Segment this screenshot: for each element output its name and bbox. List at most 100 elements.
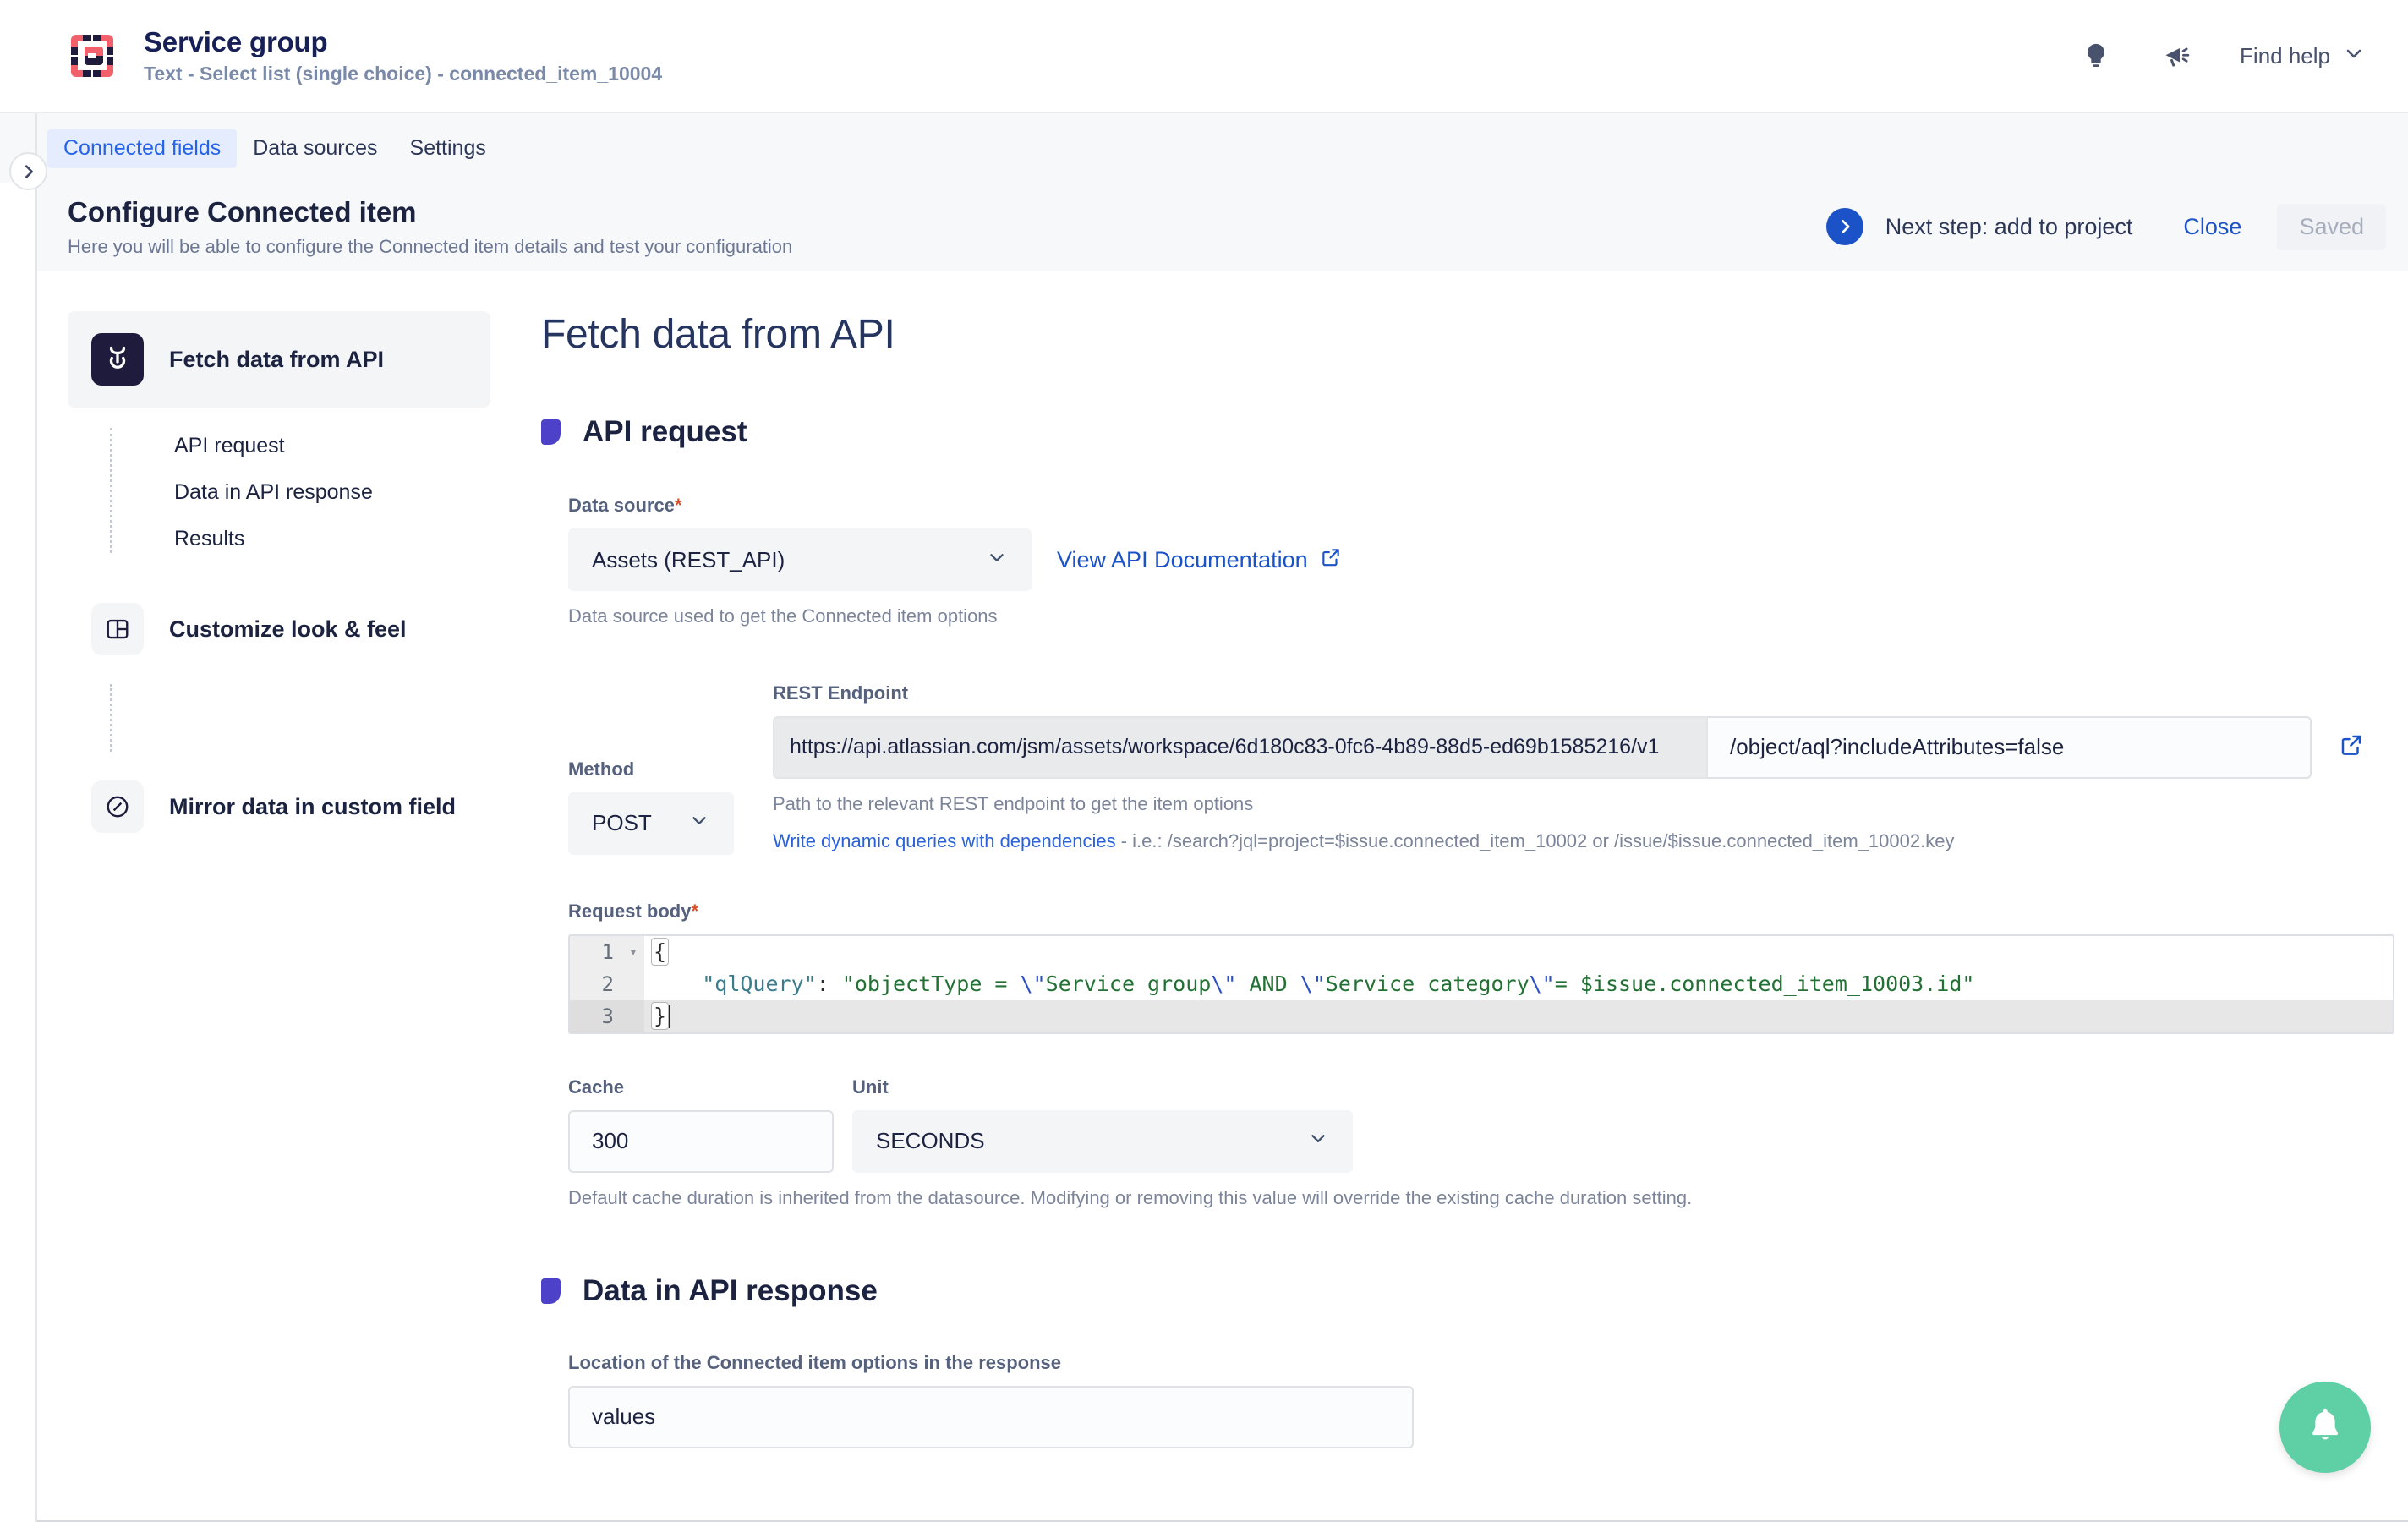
data-source-select[interactable]: Assets (REST_API) [568,528,1032,591]
sidebar-expand-toggle[interactable] [9,152,47,190]
method-select[interactable]: POST [568,792,734,855]
bell-icon [2304,1404,2346,1451]
sidebar-subitem-results[interactable]: Results [115,516,490,562]
sidebar-item-mirror-data[interactable]: Mirror data in custom field [68,758,490,855]
view-api-documentation-link[interactable]: View API Documentation [1057,546,1342,574]
response-location-value: values [592,1404,655,1430]
data-source-field-group: Data source* Assets (REST_API) View API … [568,495,2367,630]
external-link-icon [1320,546,1342,574]
json-value-2: Service group [1046,972,1212,996]
find-help-label: Find help [2240,43,2330,69]
data-source-help: Data source used to get the Connected it… [568,603,2367,630]
unit-select[interactable]: SECONDS [852,1110,1353,1173]
json-value-4: Service category [1326,972,1530,996]
find-help-button[interactable]: Find help [2240,43,2364,69]
saved-button: Saved [2277,204,2386,250]
code-line: 2 "qlQuery": "objectType = \"Service gro… [570,968,2393,1000]
sidebar-item-label: Fetch data from API [169,347,384,373]
endpoint-path-input[interactable]: /object/aql?includeAttributes=false [1708,716,2312,779]
tab-data-sources[interactable]: Data sources [237,129,393,168]
endpoint-dynamic-help: Write dynamic queries with dependencies … [773,828,2367,855]
code-line-text: } [644,1000,2393,1032]
app-header: Service group Text - Select list (single… [0,0,2408,113]
json-colon: : [817,972,829,996]
cache-input[interactable]: 300 [568,1110,834,1173]
text-caret [669,1005,670,1028]
api-fetch-icon [91,333,144,386]
json-escape-3: \" [1300,972,1326,996]
notifications-fab[interactable] [2279,1382,2371,1473]
main-page-title: Fetch data from API [541,311,2367,358]
main-content: Fetch data from API API request Data sou… [541,311,2367,1448]
code-line: 1 ▾ { [570,936,2393,968]
sidebar-connector-2-wrap [68,677,490,758]
request-body-label: Request body* [568,901,2367,923]
request-body-editor[interactable]: 1 ▾ { 2 "qlQuery": "objectType = \"Servi… [568,934,2394,1034]
code-line-text: "qlQuery": "objectType = \"Service group… [644,968,2393,1000]
configure-title: Configure Connected item [68,195,792,229]
sidebar-item-customize-look-feel[interactable]: Customize look & feel [68,581,490,677]
json-escape-4: \" [1530,972,1555,996]
layout-panel-icon [91,603,144,655]
code-fold-spacer [622,1000,644,1032]
data-source-label: Data source* [568,495,2367,517]
next-step-icon-button[interactable] [1826,208,1863,245]
sidebar-item-label: Mirror data in custom field [169,794,456,820]
json-value-5: = $issue.connected_item_10003.id" [1555,972,1975,996]
cache-label: Cache [568,1076,834,1098]
brand: Service group Text - Select list (single… [66,26,662,86]
cache-help: Default cache duration is inherited from… [568,1185,2367,1212]
tab-settings[interactable]: Settings [394,129,502,168]
dynamic-queries-link[interactable]: Write dynamic queries with dependencies [773,830,1116,851]
tab-connected-fields[interactable]: Connected fields [47,129,237,168]
open-brace: { [651,938,669,966]
rail-divider [35,113,37,1522]
sidebar-subitems: API request Data in API response Results [68,423,490,562]
code-line-number: 2 [570,968,622,1000]
rest-endpoint-label: REST Endpoint [773,682,2367,704]
required-marker: * [691,901,698,922]
response-location-group: Location of the Connected item options i… [568,1352,2367,1448]
method-value: POST [592,810,652,836]
close-button[interactable]: Close [2183,214,2241,240]
section-marker-icon [541,1278,561,1304]
close-brace: } [651,1002,669,1030]
endpoint-open-external-icon[interactable] [2339,732,2364,762]
section-marker-icon [541,419,561,445]
code-fold-spacer [622,968,644,1000]
chevron-down-icon [688,809,710,837]
next-step-link[interactable]: Next step: add to project [1885,214,2133,240]
cache-value: 300 [592,1128,628,1154]
configure-subtitle: Here you will be able to configure the C… [68,236,792,258]
sidebar-subitem-api-request[interactable]: API request [115,423,490,469]
page-subtitle: Text - Select list (single choice) - con… [144,63,662,86]
megaphone-icon[interactable] [2159,37,2196,74]
json-escape-1: \" [1021,972,1046,996]
sidebar-subitem-data-in-api-response[interactable]: Data in API response [115,469,490,516]
doc-link-label: View API Documentation [1057,547,1308,573]
sidebar-connector [110,428,112,553]
required-marker: * [675,495,682,516]
code-line-number: 3 [570,1000,622,1032]
data-source-value: Assets (REST_API) [592,547,785,573]
response-location-label: Location of the Connected item options i… [568,1352,2367,1374]
configure-header: Configure Connected item Here you will b… [37,183,2408,271]
json-escape-2: \" [1211,972,1236,996]
sidebar-item-fetch-data-from-api[interactable]: Fetch data from API [68,311,490,408]
page-title: Service group [144,26,662,58]
endpoint-path-value: /object/aql?includeAttributes=false [1730,734,2064,760]
json-key: "qlQuery" [702,972,816,996]
section-title: API request [583,415,747,449]
chevron-down-icon [1307,1127,1329,1155]
unit-value: SECONDS [876,1128,985,1154]
code-fold-toggle-icon[interactable]: ▾ [622,936,644,968]
response-location-input[interactable]: values [568,1386,1414,1448]
lightbulb-icon[interactable] [2077,37,2115,74]
cache-field-group: Cache 300 Unit SECONDS Default cache dur… [568,1076,2367,1212]
section-api-request-header: API request [541,415,2367,449]
dynamic-queries-suffix: - i.e.: /search?jql=project=$issue.conne… [1116,830,1955,851]
endpoint-field-group: Method POST REST Endpoint https://api.at… [568,682,2367,855]
section-data-in-api-response-header: Data in API response [541,1274,2367,1308]
code-line: 3 } [570,1000,2393,1032]
sidebar-nav: Fetch data from API API request Data in … [68,311,490,855]
